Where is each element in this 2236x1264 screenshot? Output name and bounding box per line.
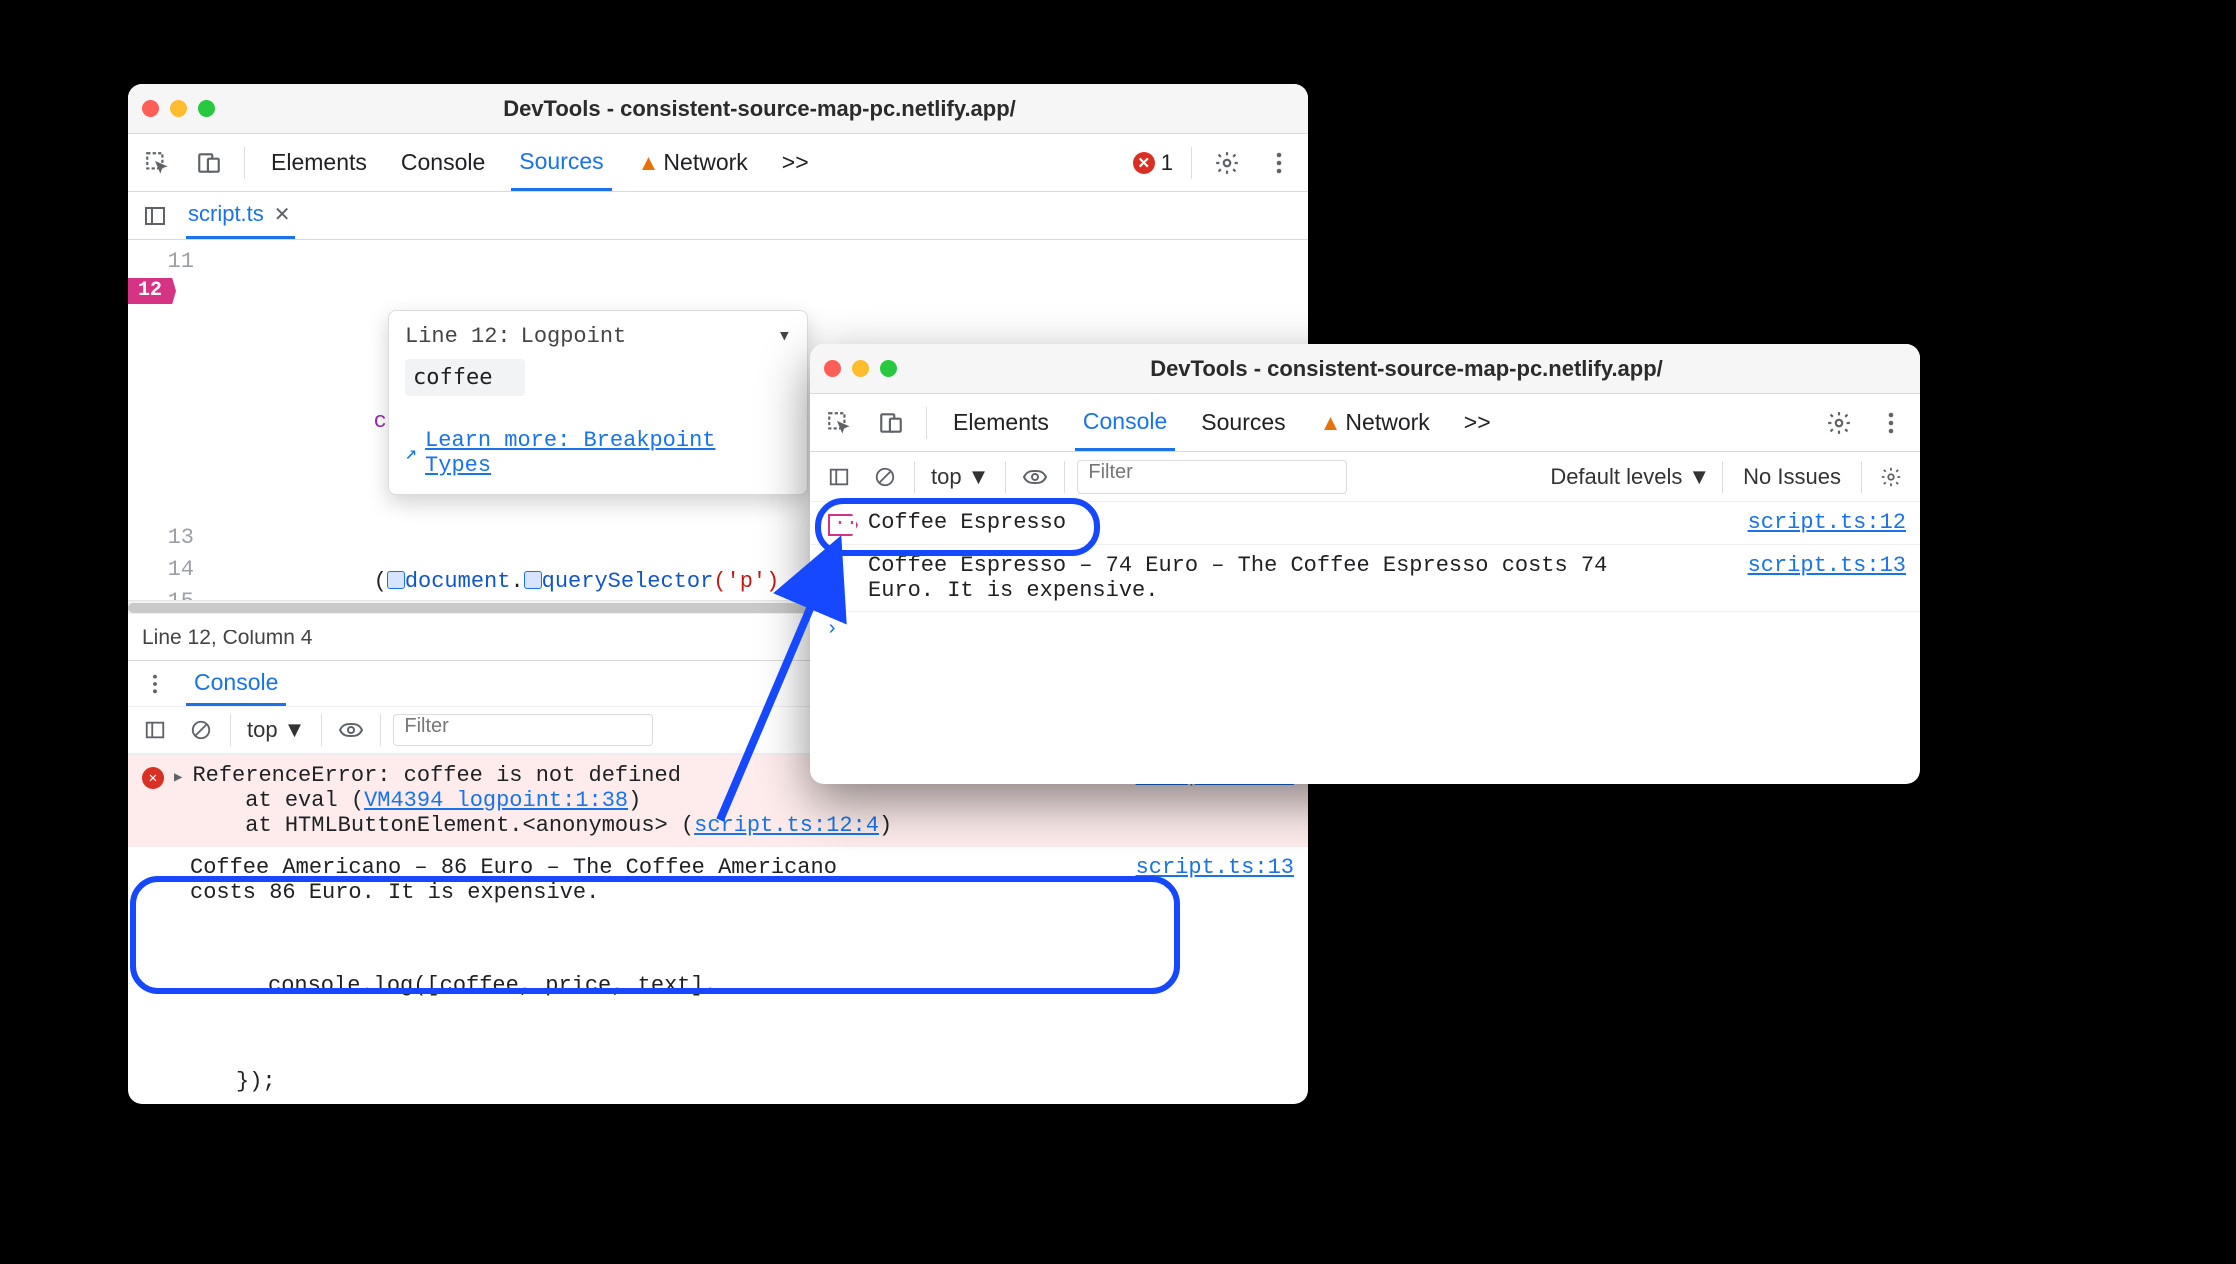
log-text: Coffee Espresso [868,510,1066,535]
console-prompt[interactable]: › [810,612,1920,647]
file-tab-script-ts[interactable]: script.ts ✕ [186,192,295,239]
line-number: 13 [128,522,194,554]
log-text: Coffee Espresso – 74 Euro – The Coffee E… [868,553,1628,603]
separator [1005,461,1006,493]
close-window-icon[interactable] [824,360,841,377]
console-log-message[interactable]: Coffee Espresso – 74 Euro – The Coffee E… [810,545,1920,612]
separator [1064,461,1065,493]
minimize-window-icon[interactable] [852,360,869,377]
console-filter-input[interactable]: Filter [1077,460,1347,494]
panel-tabs: Elements Console Sources ▲ Network >> ✕ … [128,134,1308,192]
tab-network-label: Network [663,149,747,176]
logpoint-popup: Line 12: Logpoint ▾ coffee ↗ Learn more:… [388,310,808,495]
show-navigator-icon[interactable] [138,199,172,233]
line-number: 14 [128,554,194,586]
tab-sources[interactable]: Sources [1193,394,1293,451]
separator [1191,147,1192,179]
more-menu-icon[interactable] [1262,146,1296,180]
separator [1861,461,1862,493]
titlebar: DevTools - consistent-source-map-pc.netl… [128,84,1308,134]
close-tab-icon[interactable]: ✕ [274,202,291,227]
close-window-icon[interactable] [142,100,159,117]
separator [914,461,915,493]
traffic-lights [142,100,215,117]
window-title: DevTools - consistent-source-map-pc.netl… [907,356,1906,382]
learn-more-link[interactable]: ↗ Learn more: Breakpoint Types [405,428,791,478]
tab-elements[interactable]: Elements [945,394,1057,451]
tab-network-label: Network [1345,409,1429,436]
live-expression-icon[interactable] [1018,460,1052,494]
separator [1722,461,1723,493]
warning-icon: ▲ [638,150,660,176]
zoom-window-icon[interactable] [198,100,215,117]
drawer-more-icon[interactable] [138,667,172,701]
file-tab-row: script.ts ✕ [128,192,1308,240]
tabs-overflow[interactable]: >> [1456,394,1499,451]
tab-elements[interactable]: Elements [263,134,375,191]
clear-console-icon[interactable] [868,460,902,494]
context-label: top [931,464,962,490]
source-map-badge-icon [524,571,542,589]
chevron-down-icon: ▼ [1688,464,1710,490]
inspect-element-icon[interactable] [140,146,174,180]
breakpoint-line-number: 12 [128,278,176,304]
breakpoint-marker[interactable]: •• 12 [128,278,176,304]
error-icon: ✕ [142,767,164,789]
console-logpoint-message[interactable]: Coffee Espresso script.ts:12 [810,502,1920,545]
error-count: 1 [1161,150,1173,176]
more-menu-icon[interactable] [1874,406,1908,440]
console-settings-icon[interactable] [1874,460,1908,494]
tab-network[interactable]: ▲ Network [630,134,756,191]
error-count-icon: ✕ [1133,152,1155,174]
chevron-down-icon[interactable]: ▾ [778,323,791,349]
logpoint-expression-input[interactable]: coffee [405,359,525,396]
show-sidebar-icon[interactable] [822,460,856,494]
tabs-overflow[interactable]: >> [774,134,817,191]
issues-indicator[interactable]: No Issues [1735,464,1849,490]
scrollbar-thumb[interactable] [128,603,860,613]
devtools-window-2: DevTools - consistent-source-map-pc.netl… [810,344,1920,784]
show-sidebar-icon[interactable] [138,713,172,747]
message-source-link[interactable]: script.ts:12 [1748,510,1906,535]
device-toolbar-icon[interactable] [192,146,226,180]
source-map-badge-icon [387,571,405,589]
tab-network[interactable]: ▲ Network [1312,394,1438,451]
tab-console[interactable]: Console [1075,394,1175,451]
window-title: DevTools - consistent-source-map-pc.netl… [225,96,1294,122]
message-source-link[interactable]: script.ts:13 [1748,553,1906,578]
titlebar: DevTools - consistent-source-map-pc.netl… [810,344,1920,394]
log-levels-selector[interactable]: Default levels ▼ [1550,464,1710,490]
panel-tabs: Elements Console Sources ▲ Network >> [810,394,1920,452]
inspect-element-icon[interactable] [822,406,856,440]
logpoint-badge-icon [828,514,858,536]
expand-icon[interactable]: ▶ [174,769,182,786]
console-toolbar: top ▼ Filter Default levels ▼ No Issues [810,452,1920,502]
context-selector[interactable]: top ▼ [927,464,993,490]
separator [244,147,245,179]
chevron-down-icon: ▼ [968,464,990,490]
traffic-lights [824,360,897,377]
levels-label: Default levels [1550,464,1682,490]
settings-icon[interactable] [1210,146,1244,180]
settings-icon[interactable] [1822,406,1856,440]
minimize-window-icon[interactable] [170,100,187,117]
popup-line-label: Line 12: [405,324,511,349]
file-tab-label: script.ts [188,201,264,227]
popup-type-label[interactable]: Logpoint [521,324,627,349]
zoom-window-icon[interactable] [880,360,897,377]
warning-icon: ▲ [1320,410,1342,436]
separator [926,407,927,439]
external-link-icon: ↗ [405,440,417,466]
line-number: 11 [128,246,194,278]
device-toolbar-icon[interactable] [874,406,908,440]
learn-more-text[interactable]: Learn more: Breakpoint Types [425,428,791,478]
error-indicator[interactable]: ✕ 1 [1133,150,1173,176]
tab-sources[interactable]: Sources [511,134,611,191]
tab-console[interactable]: Console [393,134,493,191]
